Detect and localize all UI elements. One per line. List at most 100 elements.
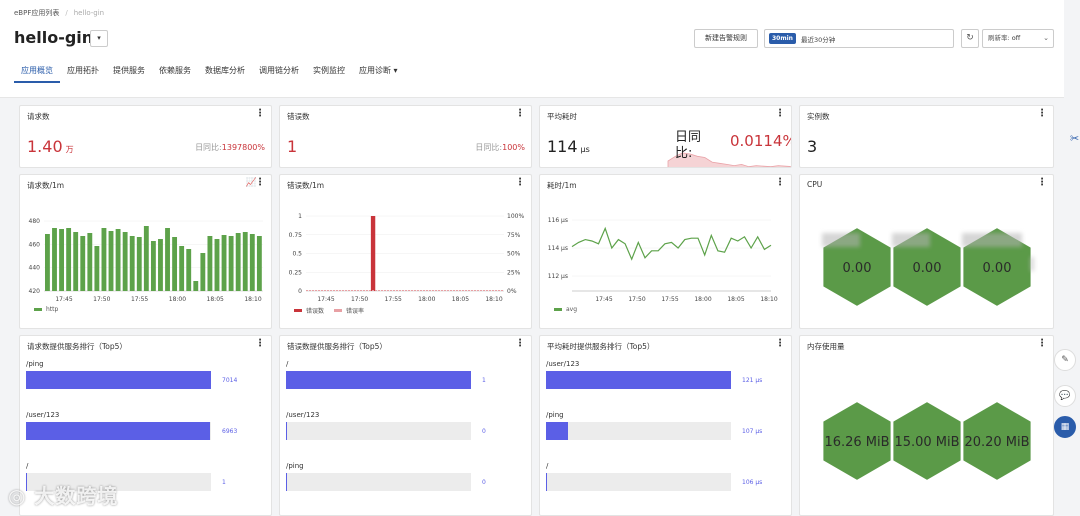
bar — [235, 233, 241, 291]
refresh-button[interactable]: ↻ — [961, 29, 979, 48]
bar — [73, 232, 79, 291]
time-range-badge: 30min — [769, 33, 796, 44]
cpu-card: CPU ⋮ 0.00 0.00 0.00 — [799, 174, 1054, 329]
tab-instance-monitor[interactable]: 实例监控 — [306, 65, 352, 83]
bar — [52, 228, 57, 291]
rank-item-bar[interactable] — [546, 473, 731, 491]
y-tick-label: 480 — [29, 218, 41, 225]
bar — [150, 241, 156, 291]
refresh-rate-select[interactable]: 刷新率: off ⌄ — [982, 29, 1054, 48]
x-tick-label: 18:05 — [207, 296, 224, 303]
legend[interactable]: avg — [554, 306, 577, 313]
legend-label: 错误数 — [306, 308, 325, 315]
latency-unit: μs — [580, 145, 590, 154]
latency-per-minute-card: 耗时/1m ⋮ 112 μs 114 μs 116 μs 17:45 17:50 17:5… — [539, 174, 792, 329]
chevron-down-icon: ⌄ — [1043, 34, 1049, 42]
watermark: ◎ 大数跨境 — [8, 480, 118, 509]
x-tick-label: 18:10 — [485, 296, 502, 303]
breadcrumb-root[interactable]: eBPF应用列表 — [14, 8, 59, 18]
y-tick-label: 114 μs — [548, 245, 568, 252]
legend-label: 错误率 — [346, 308, 365, 315]
latency-line-chart: 112 μs 114 μs 116 μs 17:45 17:50 17:55 18:00 18… — [548, 217, 778, 303]
requests-compare: 日同比:1397800% — [195, 142, 265, 153]
errors-value: 1 — [287, 137, 298, 156]
card-title: 平均耗时 — [547, 112, 577, 121]
rank-item-path: /ping — [286, 462, 304, 470]
more-menu-icon[interactable]: ⋮ — [515, 109, 525, 119]
x-tick-label: 17:45 — [595, 296, 612, 303]
more-menu-icon[interactable]: ⋮ — [775, 109, 785, 119]
compare-value: 100% — [502, 143, 525, 152]
bar — [158, 239, 163, 291]
bar — [122, 232, 128, 291]
bar — [186, 249, 192, 291]
bar — [45, 234, 50, 291]
bar — [129, 236, 135, 291]
tab-topology[interactable]: 应用拓扑 — [60, 65, 106, 83]
tab-overview[interactable]: 应用概览 — [14, 65, 60, 83]
instances-value: 3 — [807, 137, 818, 156]
bar — [256, 236, 262, 291]
latency-ranking-card: 平均耗时提供服务排行（Top5） ⋮ /user/123 121 μs/ping 1… — [539, 335, 792, 516]
x-tick-label: 18:10 — [244, 296, 261, 303]
rank-item-bar[interactable] — [286, 422, 471, 440]
refresh-rate-label: 刷新率: — [988, 34, 1010, 42]
y2-tick-label: 100% — [507, 213, 524, 220]
more-menu-icon[interactable]: ⋮ — [515, 339, 525, 349]
rank-item-bar[interactable] — [546, 422, 731, 440]
rank-item-bar[interactable] — [286, 473, 471, 491]
apps-button[interactable]: ▦ — [1054, 416, 1076, 438]
y2-tick-label: 0% — [507, 288, 517, 295]
more-menu-icon[interactable]: ⋮ — [255, 109, 265, 119]
breadcrumb-current: hello-gin — [73, 9, 105, 17]
rank-item-fill — [546, 473, 548, 491]
x-tick-label: 18:10 — [760, 296, 777, 303]
bar — [59, 229, 64, 291]
rank-item-bar[interactable] — [26, 371, 211, 389]
y-tick-label: 0.25 — [289, 269, 303, 276]
more-menu-icon[interactable]: ⋮ — [255, 339, 265, 349]
watermark-logo-icon: ◎ — [8, 484, 35, 508]
rank-item-bar[interactable] — [286, 371, 471, 389]
instances-stat-card: 实例数 ⋮ 3 — [799, 105, 1054, 168]
message-button[interactable]: 💬 — [1054, 385, 1076, 407]
bar — [136, 237, 142, 291]
cpu-hexagon-value: 0.00 — [843, 261, 872, 276]
time-range-label: 最近30分钟 — [800, 35, 836, 44]
y-tick-label: 0.5 — [292, 251, 302, 258]
more-menu-icon[interactable]: ⋮ — [1037, 109, 1047, 119]
rank-item-fill — [286, 473, 288, 491]
rank-item-path: /user/123 — [26, 411, 60, 419]
legend[interactable]: http — [34, 306, 58, 313]
series-line — [571, 226, 772, 261]
errors-stat-card: 错误数 ⋮ 1 日同比:100% — [279, 105, 532, 168]
time-range-picker[interactable]: 30min 最近30分钟 — [764, 29, 954, 48]
header: eBPF应用列表 / hello-gin hello-gin ▾ 新建告警规则 … — [0, 0, 1064, 98]
more-menu-icon[interactable]: ⋮ — [775, 339, 785, 349]
bar — [115, 229, 121, 291]
x-tick-label: 18:00 — [418, 296, 435, 303]
rank-item-bar[interactable] — [26, 422, 211, 440]
rank-item-fill — [26, 371, 211, 389]
legend[interactable]: 错误数 错误率 — [294, 306, 364, 315]
x-tick-label: 17:55 — [661, 296, 678, 303]
tab-database-analysis[interactable]: 数据库分析 — [198, 65, 252, 83]
y-tick-label: 460 — [29, 241, 41, 248]
tab-dependent-services[interactable]: 依赖服务 — [152, 65, 198, 83]
app-switch-dropdown[interactable]: ▾ — [90, 30, 108, 47]
tab-trace-analysis[interactable]: 调用链分析 — [252, 65, 306, 83]
tab-diagnosis-label: 应用诊断 — [359, 66, 391, 75]
tab-provided-services[interactable]: 提供服务 — [106, 65, 152, 83]
new-alert-rule-button[interactable]: 新建告警规则 — [694, 29, 758, 48]
bar — [228, 236, 234, 291]
scissors-icon[interactable]: ✂ — [1070, 132, 1079, 145]
x-tick-label: 17:45 — [55, 296, 72, 303]
rank-item-bar[interactable] — [546, 371, 731, 389]
cpu-honeycomb: 0.00 0.00 0.00 — [821, 225, 1033, 309]
card-title: 实例数 — [807, 112, 830, 121]
edit-button[interactable]: ✎ — [1054, 349, 1076, 371]
tab-diagnosis[interactable]: 应用诊断 ▾ — [352, 65, 405, 83]
rank-item-fill — [26, 422, 210, 440]
x-tick-label: 17:55 — [131, 296, 148, 303]
y-tick-label: 112 μs — [548, 273, 568, 280]
